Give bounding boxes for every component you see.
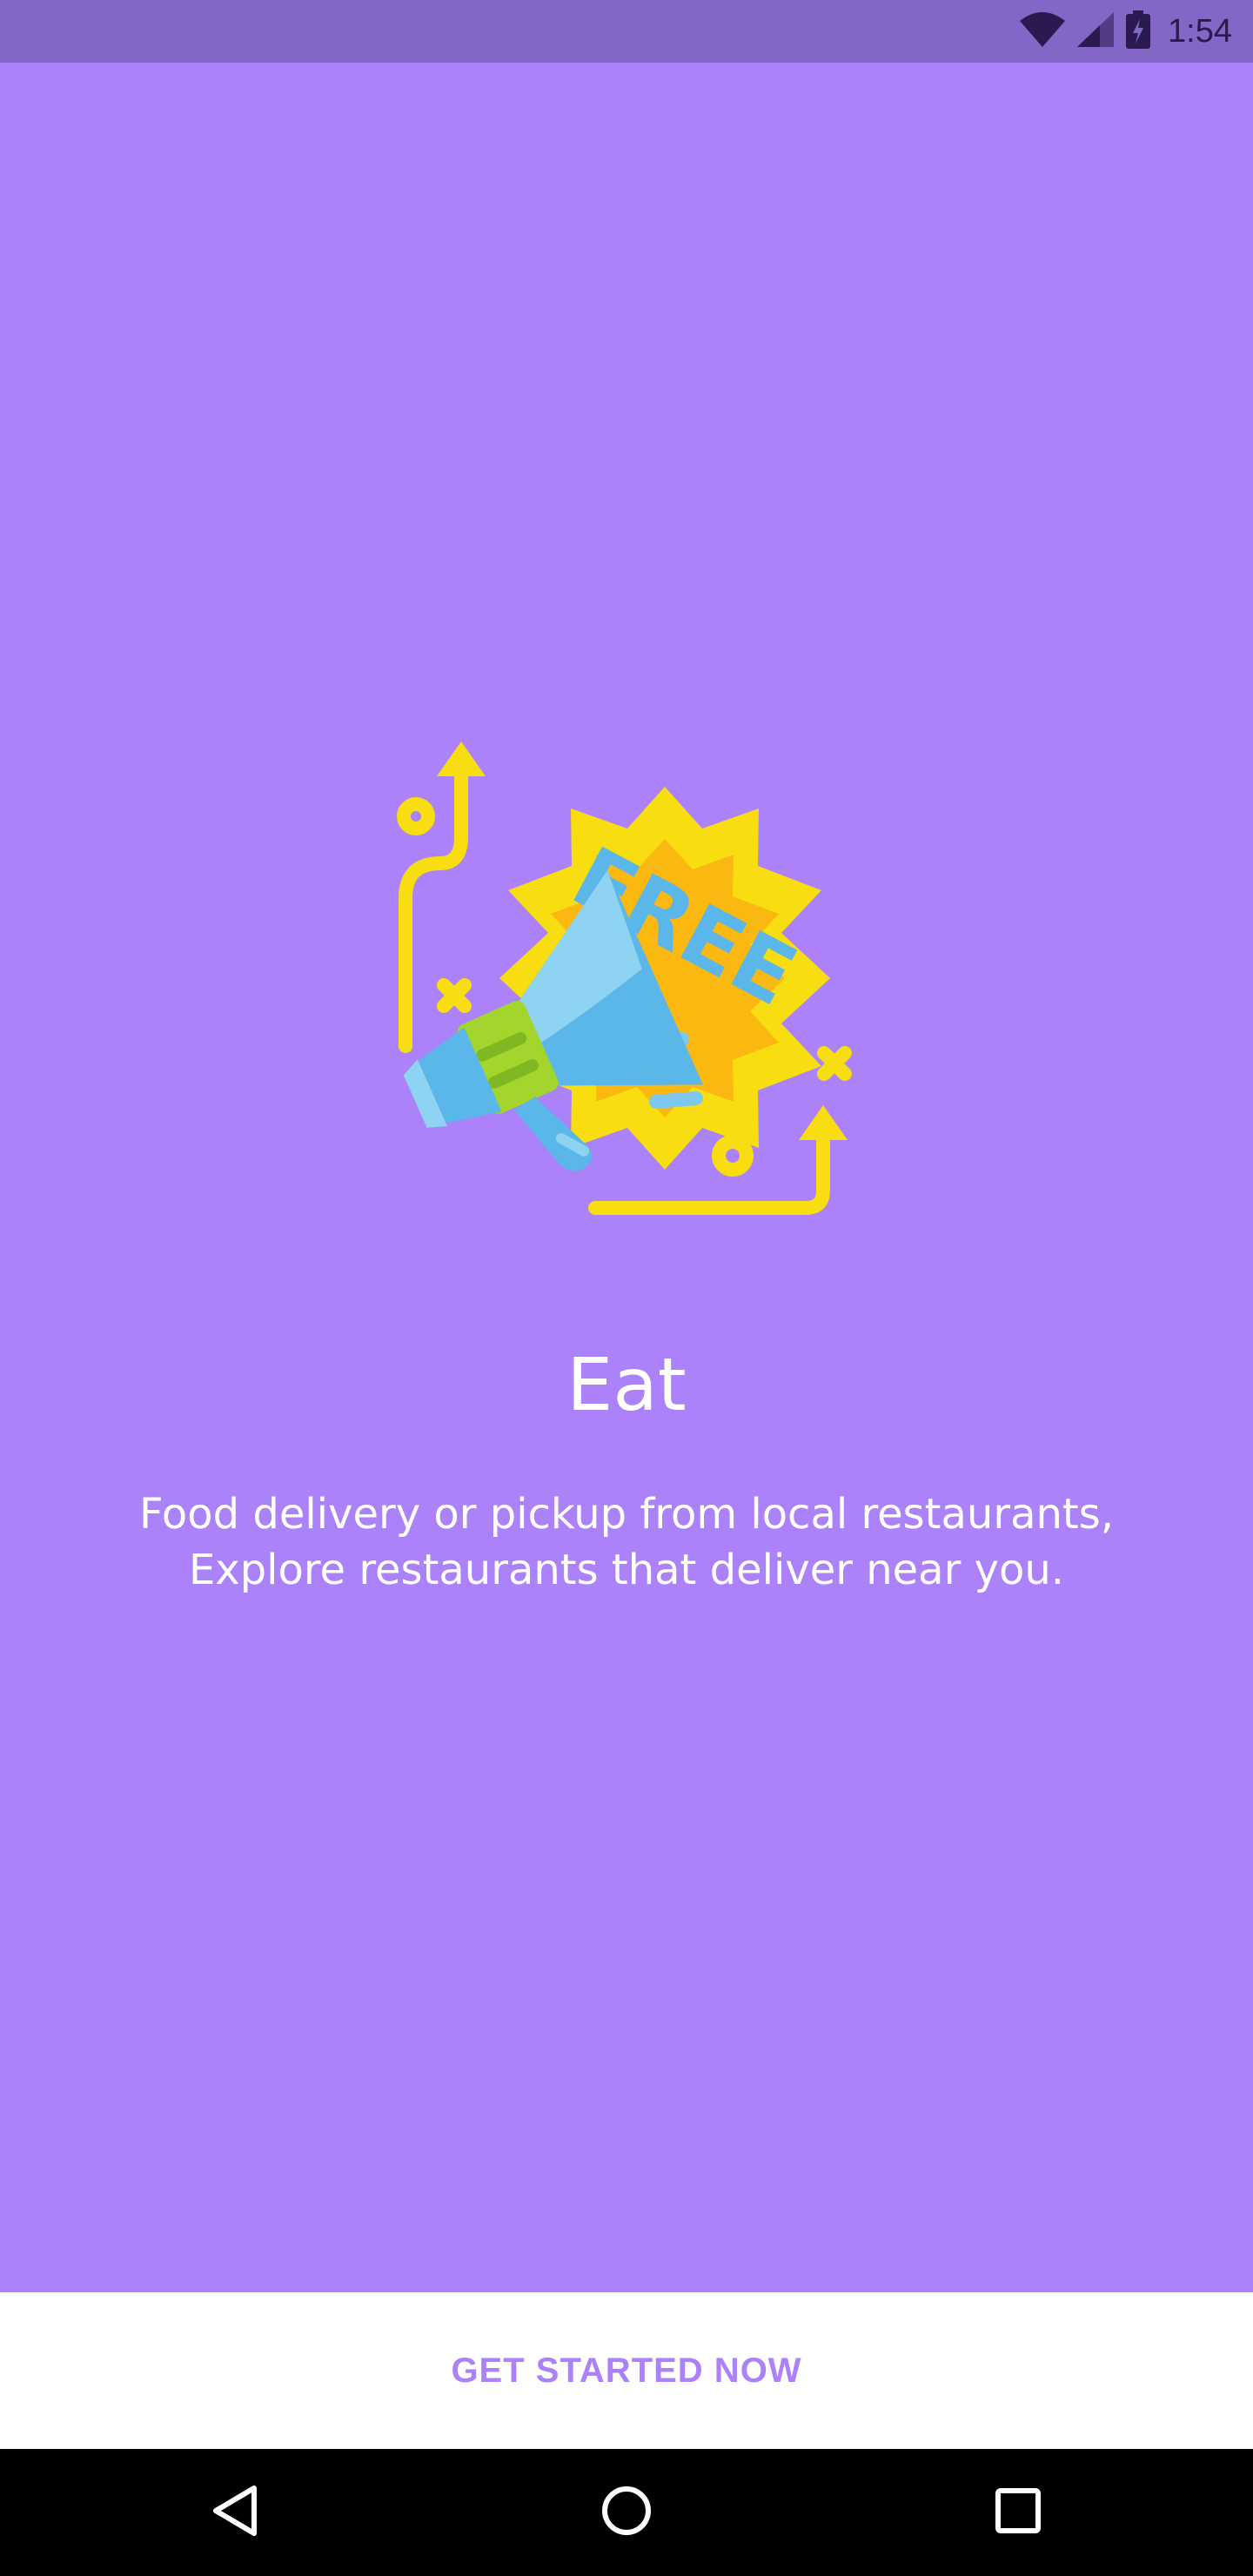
- page-title: Eat: [566, 1342, 687, 1427]
- megaphone-free-icon: FREE: [365, 724, 888, 1229]
- battery-charging-icon: [1126, 10, 1151, 52]
- recents-button[interactable]: [931, 2449, 1105, 2576]
- back-icon: [211, 2485, 259, 2540]
- cta-bar: GET STARTED NOW: [0, 2292, 1253, 2449]
- onboarding-page: FREE Eat Food delivery or pickup from lo…: [0, 63, 1253, 2292]
- page-description: Food delivery or pickup from local resta…: [70, 1486, 1183, 1598]
- cellular-signal-icon: [1077, 12, 1115, 50]
- recents-icon: [994, 2486, 1042, 2539]
- right-arrow-head: [799, 1105, 848, 1140]
- description-line: Food delivery or pickup from local resta…: [139, 1490, 1114, 1539]
- status-time: 1:54: [1168, 12, 1232, 50]
- home-button[interactable]: [539, 2449, 714, 2576]
- status-icons: 1:54: [1020, 0, 1232, 63]
- home-icon: [600, 2485, 653, 2540]
- description-line: Explore restaurants that deliver near yo…: [188, 1546, 1065, 1594]
- back-button[interactable]: [148, 2449, 322, 2576]
- left-arrow-head: [437, 741, 486, 776]
- navigation-bar: [0, 2449, 1253, 2576]
- wifi-icon: [1020, 12, 1066, 50]
- get-started-button[interactable]: GET STARTED NOW: [399, 2334, 854, 2408]
- status-bar: 1:54: [0, 0, 1253, 63]
